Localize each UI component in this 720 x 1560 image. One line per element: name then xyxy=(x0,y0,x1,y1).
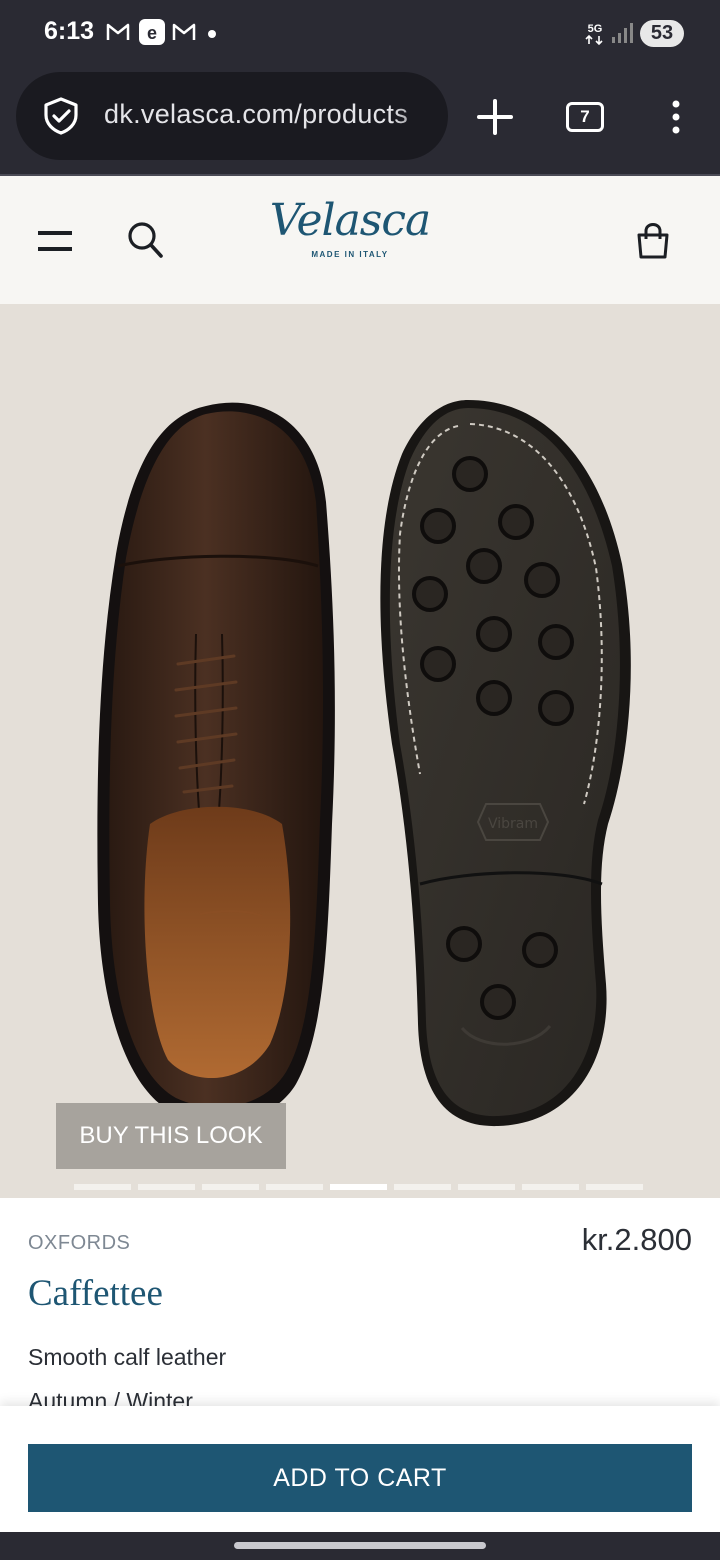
buy-this-look-button[interactable]: BUY THIS LOOK xyxy=(56,1103,286,1169)
product-season: Autumn / Winter xyxy=(28,1388,193,1408)
clock: 6:13 xyxy=(44,17,95,45)
add-to-cart-button[interactable]: ADD TO CART xyxy=(28,1444,692,1512)
new-tab-icon[interactable] xyxy=(474,96,516,142)
sticky-cart-bar: ADD TO CART xyxy=(0,1406,720,1532)
site-security-icon[interactable] xyxy=(42,96,80,140)
carousel-dot[interactable] xyxy=(74,1184,131,1190)
more-options-icon[interactable] xyxy=(666,98,686,142)
carousel-dot[interactable] xyxy=(138,1184,195,1190)
site-header: Velasca MADE IN ITALY xyxy=(0,176,720,304)
carousel-dot[interactable] xyxy=(394,1184,451,1190)
carousel-dot[interactable] xyxy=(458,1184,515,1190)
svg-text:5G: 5G xyxy=(588,23,603,35)
carousel-pagination xyxy=(74,1184,643,1190)
product-material: Smooth calf leather xyxy=(28,1344,227,1370)
shoe-sole-view: Vibram xyxy=(380,400,631,1127)
carousel-dot[interactable] xyxy=(202,1184,259,1190)
notification-dot xyxy=(208,30,216,38)
home-gesture-handle[interactable] xyxy=(234,1542,486,1549)
svg-text:Vibram: Vibram xyxy=(488,816,538,832)
product-image-gallery[interactable]: Vibram BUY THIS LOOK xyxy=(0,304,720,1198)
address-bar[interactable]: dk.velasca.com/products xyxy=(16,72,448,160)
product-name: Caffettee xyxy=(28,1273,163,1314)
signal-icon xyxy=(610,22,634,48)
url-text[interactable]: dk.velasca.com/products xyxy=(104,99,444,130)
search-icon[interactable] xyxy=(126,220,164,264)
system-navigation-bar xyxy=(0,1532,720,1560)
product-category[interactable]: OXFORDS xyxy=(28,1232,130,1255)
hamburger-menu-icon[interactable] xyxy=(38,230,72,256)
gmail-icon xyxy=(172,20,196,48)
gmail-icon xyxy=(106,20,130,48)
product-photo: Vibram xyxy=(97,400,631,1127)
tab-switcher-button[interactable]: 7 xyxy=(566,102,604,132)
shoe-upper-view xyxy=(97,402,335,1123)
carousel-dot[interactable] xyxy=(266,1184,323,1190)
status-bar: 6:13 e 5G 53 xyxy=(0,0,720,66)
product-price: kr.2.800 xyxy=(581,1222,692,1257)
logo-wordmark: Velasca xyxy=(269,195,432,246)
battery-indicator: 53 xyxy=(640,20,684,47)
carousel-dot[interactable] xyxy=(586,1184,643,1190)
carousel-dot-active[interactable] xyxy=(330,1184,387,1190)
email-app-icon: e xyxy=(138,18,166,50)
browser-toolbar: dk.velasca.com/products 7 xyxy=(0,66,720,176)
carousel-dot[interactable] xyxy=(522,1184,579,1190)
velasca-logo[interactable]: Velasca MADE IN ITALY xyxy=(240,190,460,259)
product-info: OXFORDS kr.2.800 Caffettee Smooth calf l… xyxy=(0,1198,720,1408)
svg-text:e: e xyxy=(147,23,157,43)
shopping-bag-icon[interactable] xyxy=(634,222,672,264)
network-5g-icon: 5G xyxy=(583,20,607,50)
